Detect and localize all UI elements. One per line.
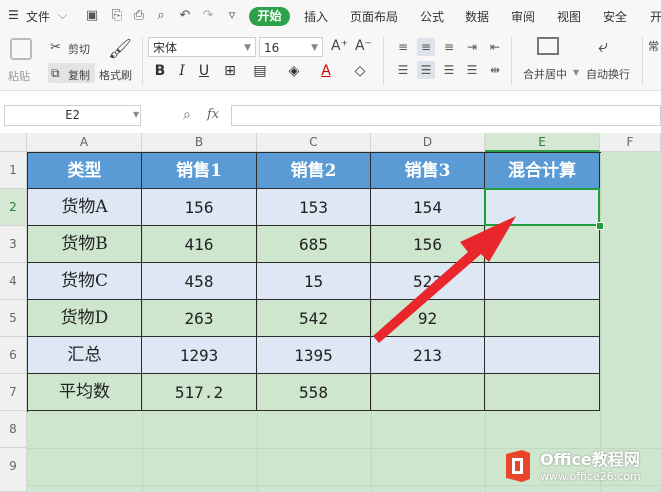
office-logo-icon (506, 450, 530, 482)
annotation-arrow (373, 216, 516, 343)
watermark-logo: Office教程网 www.office26.com (499, 440, 661, 492)
arrow-shape (373, 216, 516, 343)
watermark-brand: Office教程网 (540, 450, 640, 469)
watermark-url: www.office26.com (540, 470, 641, 483)
